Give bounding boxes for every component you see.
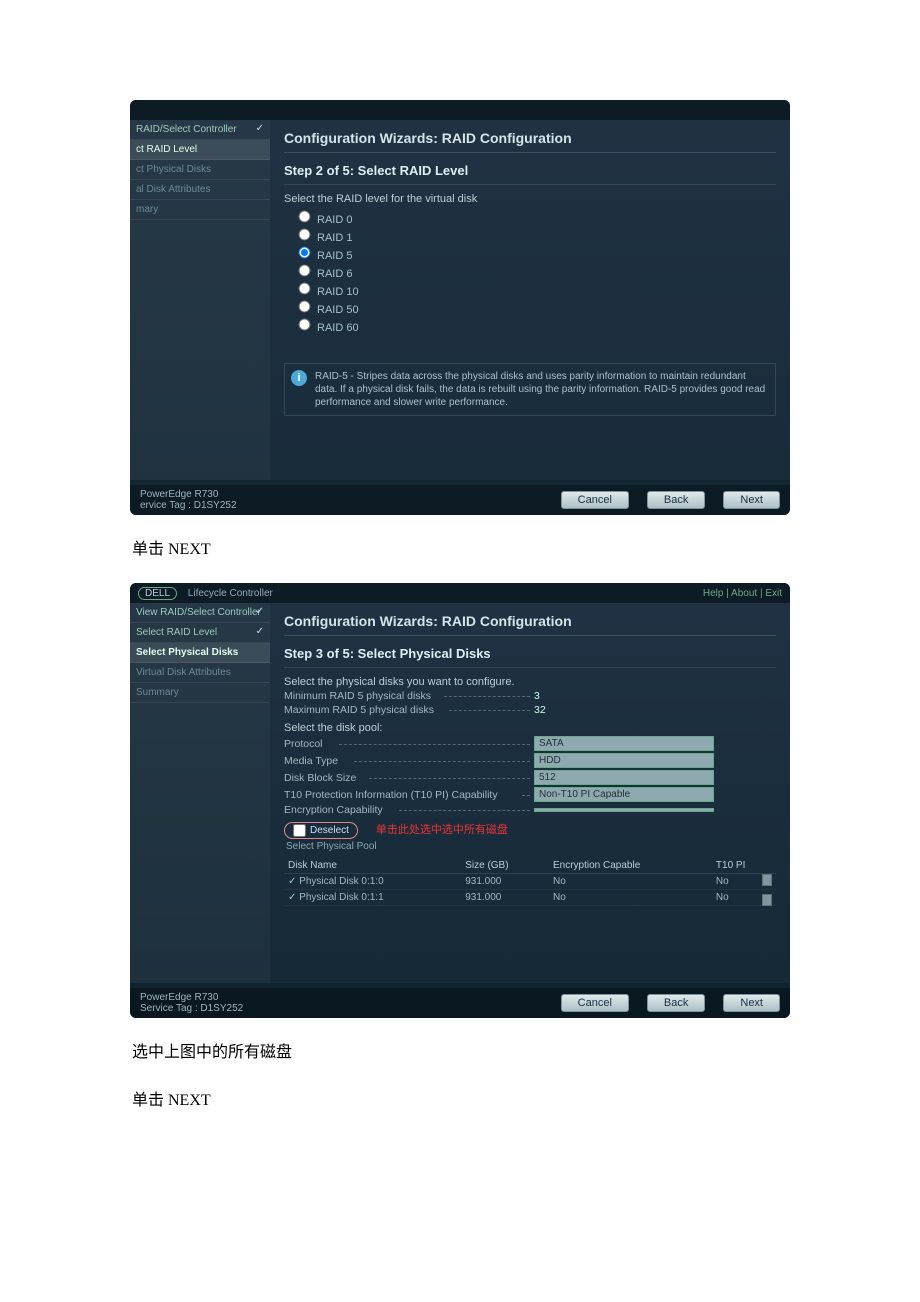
raid-option-60[interactable]: RAID 60 [298,317,776,335]
raid-option-50[interactable]: RAID 50 [298,299,776,317]
screenshot-physical-disks: DELL Lifecycle Controller Help | About |… [130,583,790,1018]
raid-radio-50[interactable] [299,301,311,313]
brand-logo: DELL [138,587,177,600]
screenshot-raid-level: RAID/Select Controller ct RAID Level ct … [130,100,790,515]
raid-radio-60[interactable] [299,319,311,331]
col-disk-name: Disk Name [284,858,461,874]
block-select[interactable]: 512 [534,770,714,785]
raid-option-6[interactable]: RAID 6 [298,263,776,281]
col-size: Size (GB) [461,858,549,874]
service-tag-2: Service Tag : D1SY252 [140,1003,243,1014]
top-links[interactable]: Help | About | Exit [703,588,782,599]
raid-option-1[interactable]: RAID 1 [298,227,776,245]
wizard-sidebar: RAID/Select Controller ct RAID Level ct … [130,120,270,480]
raid-radio-10[interactable] [299,283,311,295]
model-label: PowerEdge R730 [140,489,237,500]
wizard-main: Configuration Wizards: RAID Configuratio… [270,120,790,480]
physical-pool-note: Select Physical Pool [286,841,776,852]
max-disks-value: 32 [534,704,594,716]
raid-level-options: RAID 0 RAID 1 RAID 5 RAID 6 RAID 10 RAID… [284,205,776,335]
footer-model-tag: PowerEdge R730 ervice Tag : D1SY252 [140,489,237,511]
min-disks-label: Minimum RAID 5 physical disks [284,690,534,702]
col-encryption: Encryption Capable [549,858,712,874]
caption-select-all-disks: 选中上图中的所有磁盘 [132,1038,790,1062]
min-disks-value: 3 [534,690,594,702]
sidebar-item-controller-2[interactable]: View RAID/Select Controller [130,603,270,623]
cancel-button-2[interactable]: Cancel [561,994,629,1012]
pool-label: Select the disk pool: [284,718,776,734]
cancel-button[interactable]: Cancel [561,491,629,509]
raid-info-text: RAID-5 - Stripes data across the physica… [315,371,765,408]
sidebar-item-summary-2: Summary [130,683,270,703]
step-title-2: Step 3 of 5: Select Physical Disks [284,636,776,668]
t10-select[interactable]: Non-T10 PI Capable [534,787,714,802]
sidebar-item-summary: mary [130,200,270,220]
raid-info-box: i RAID-5 - Stripes data across the physi… [284,363,776,416]
step-subtitle: Select the RAID level for the virtual di… [284,185,776,205]
back-button[interactable]: Back [647,491,705,509]
next-button[interactable]: Next [723,491,780,509]
wizard-footer-2: PowerEdge R730 Service Tag : D1SY252 Can… [130,988,790,1018]
wizard-title: Configuration Wizards: RAID Configuratio… [284,126,776,153]
wizard-title-2: Configuration Wizards: RAID Configuratio… [284,609,776,636]
sidebar-item-raid-level[interactable]: ct RAID Level [130,140,270,160]
window-top-bar-2: DELL Lifecycle Controller Help | About |… [130,583,790,603]
sidebar-item-disk-attributes: al Disk Attributes [130,180,270,200]
encryption-label: Encryption Capability [284,804,534,816]
caption-click-next-2: 单击 NEXT [132,1086,790,1110]
caption-click-next-1: 单击 NEXT [132,535,790,559]
lifecycle-label: Lifecycle Controller [188,588,273,599]
sidebar-item-disk-attributes-2: Virtual Disk Attributes [130,663,270,683]
encryption-select[interactable] [534,808,714,812]
window-top-bar [130,100,790,120]
protocol-label: Protocol [284,738,534,750]
sidebar-item-raid-level-2[interactable]: Select RAID Level [130,623,270,643]
raid-option-10[interactable]: RAID 10 [298,281,776,299]
deselect-button[interactable]: Deselect [284,822,358,839]
wizard-sidebar-2: View RAID/Select Controller Select RAID … [130,603,270,983]
info-icon: i [291,370,307,386]
raid-radio-5[interactable] [299,247,311,259]
media-label: Media Type [284,755,534,767]
media-select[interactable]: HDD [534,753,714,768]
footer-model-tag-2: PowerEdge R730 Service Tag : D1SY252 [140,992,243,1014]
raid-radio-1[interactable] [299,229,311,241]
service-tag: ervice Tag : D1SY252 [140,500,237,511]
red-annotation: 单击此处选中选中所有磁盘 [376,821,508,837]
back-button-2[interactable]: Back [647,994,705,1012]
sidebar-item-controller[interactable]: RAID/Select Controller [130,120,270,140]
model-label-2: PowerEdge R730 [140,992,243,1003]
t10-label: T10 Protection Information (T10 PI) Capa… [284,789,534,801]
wizard-main-2: Configuration Wizards: RAID Configuratio… [270,603,790,983]
wizard-panel-2: View RAID/Select Controller Select RAID … [130,603,790,983]
raid-option-5[interactable]: RAID 5 [298,245,776,263]
wizard-footer: PowerEdge R730 ervice Tag : D1SY252 Canc… [130,485,790,515]
wizard-panel: RAID/Select Controller ct RAID Level ct … [130,120,790,480]
scroll-up-icon[interactable] [762,874,772,886]
step-subtitle-2: Select the physical disks you want to co… [284,668,776,688]
sidebar-item-physical-disks: ct Physical Disks [130,160,270,180]
block-label: Disk Block Size [284,772,534,784]
deselect-checkbox[interactable] [293,824,306,837]
max-disks-label: Maximum RAID 5 physical disks [284,704,534,716]
raid-option-0[interactable]: RAID 0 [298,209,776,227]
raid-radio-0[interactable] [299,211,311,223]
col-t10: T10 PI [712,858,776,874]
table-row[interactable]: Physical Disk 0:1:1 931.000 No No [284,890,776,906]
table-row[interactable]: Physical Disk 0:1:0 931.000 No No [284,874,776,890]
protocol-select[interactable]: SATA [534,736,714,751]
step-title: Step 2 of 5: Select RAID Level [284,153,776,185]
scroll-down-icon[interactable] [762,894,772,906]
raid-radio-6[interactable] [299,265,311,277]
next-button-2[interactable]: Next [723,994,780,1012]
sidebar-item-physical-disks-2[interactable]: Select Physical Disks [130,643,270,663]
disk-table: Disk Name Size (GB) Encryption Capable T… [284,858,776,906]
